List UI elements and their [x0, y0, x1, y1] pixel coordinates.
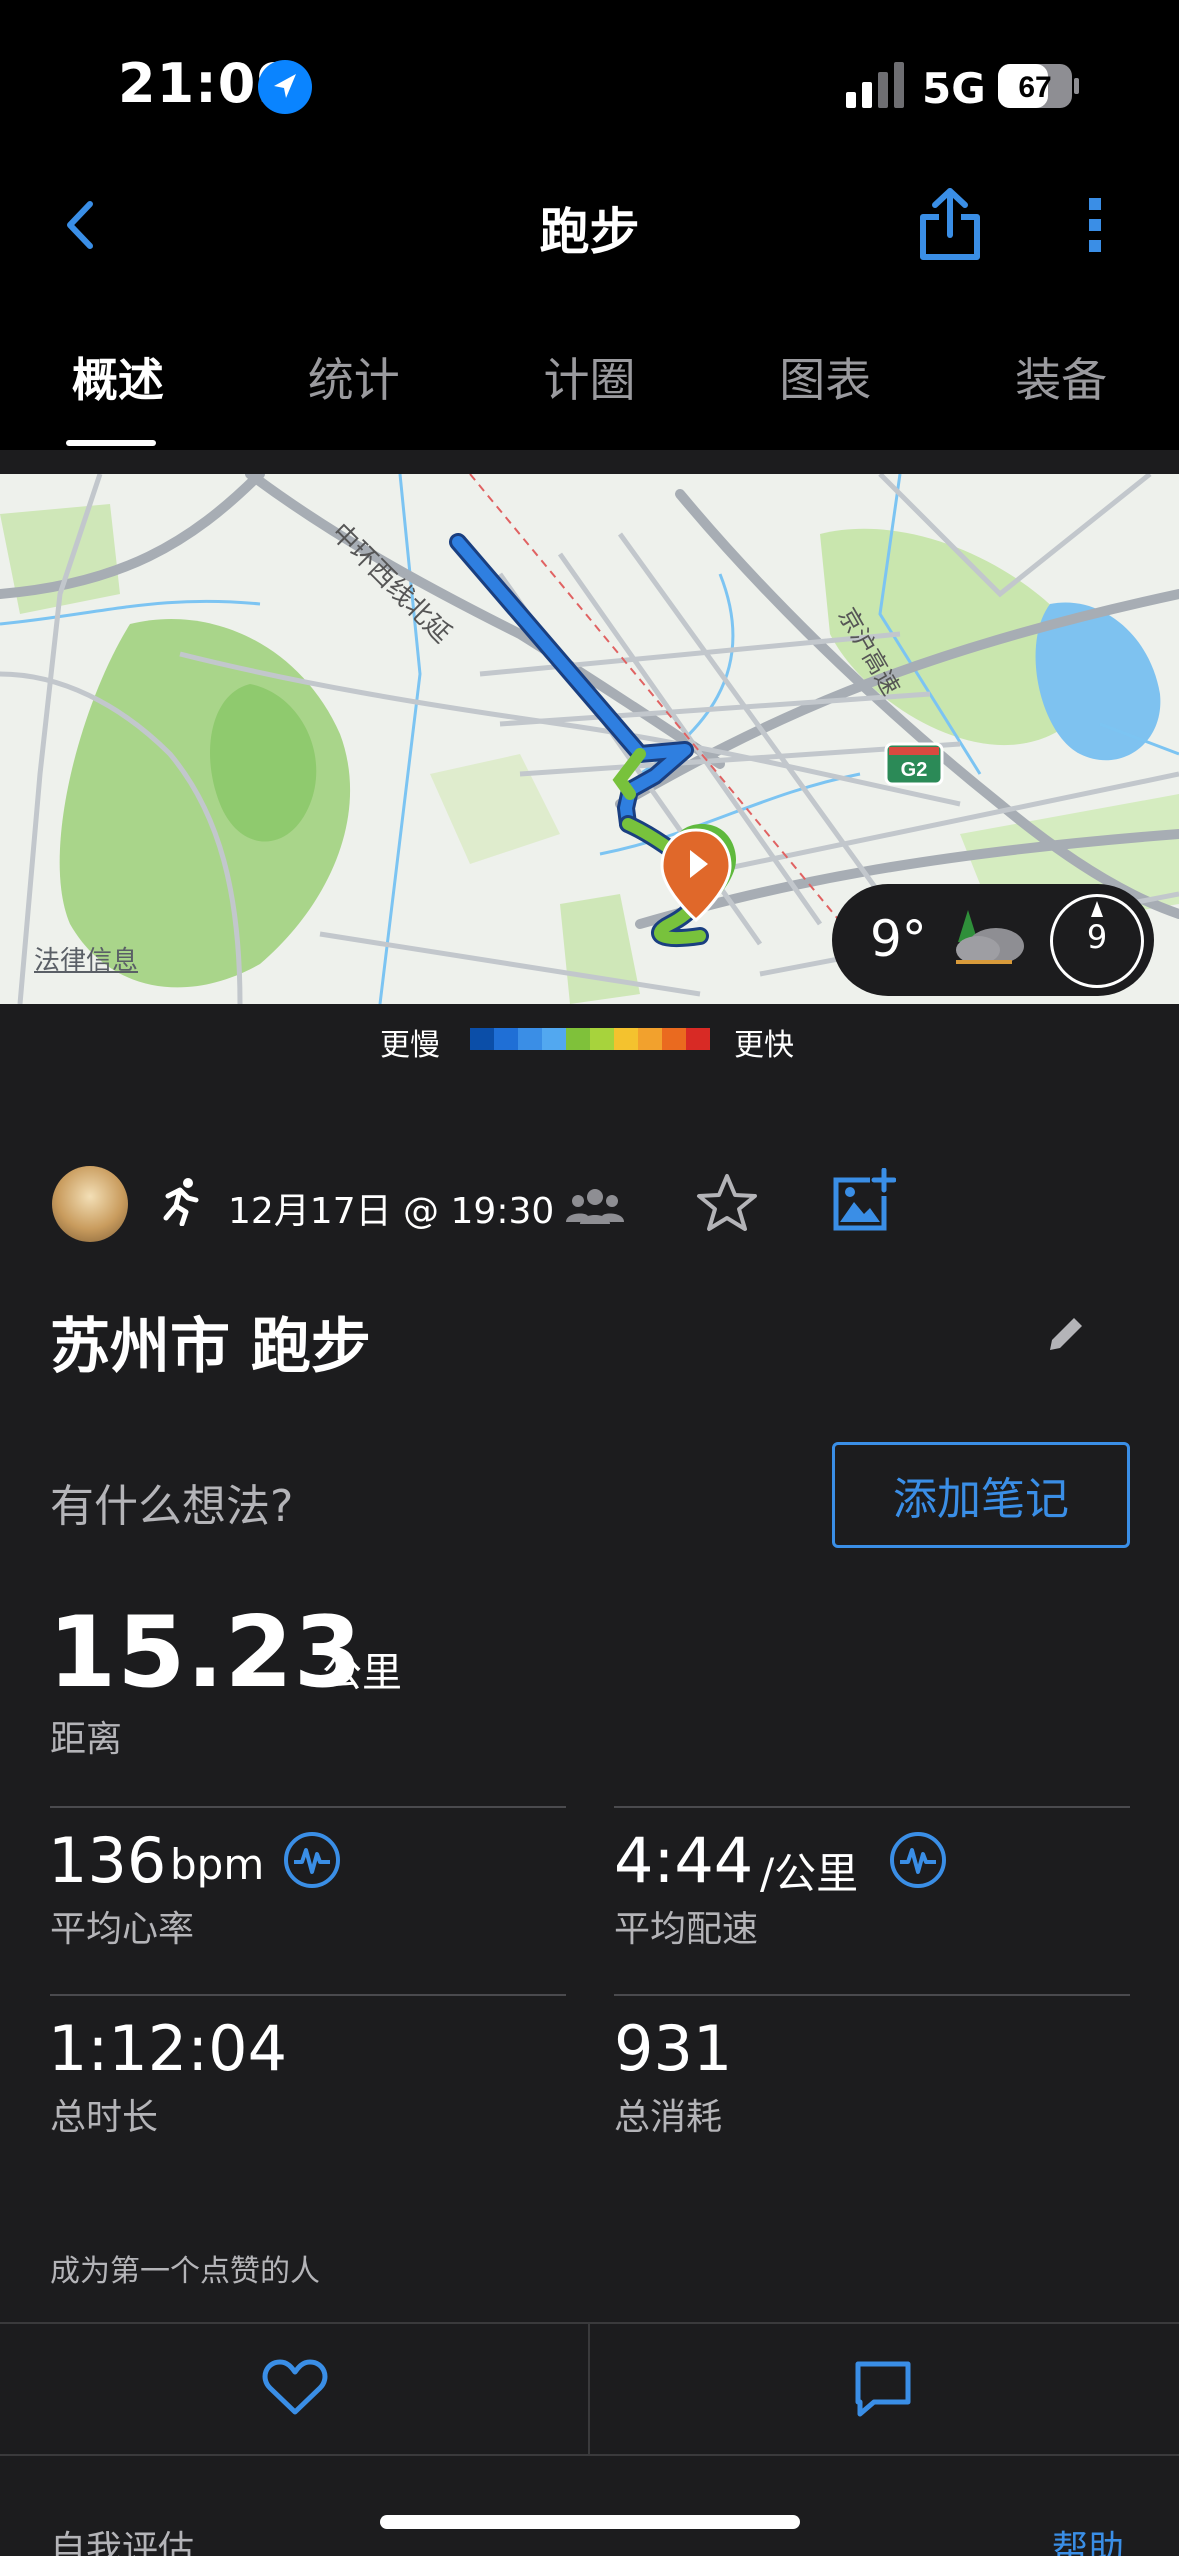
running-icon [158, 1176, 204, 1227]
activity-title: 苏州市 跑步 [50, 1312, 371, 1382]
highway-shield: G2 [901, 759, 928, 781]
stat-divider [614, 1806, 1130, 1808]
duration-value: 1:12:04 [48, 2012, 288, 2085]
more-options-button[interactable] [1070, 190, 1120, 260]
stat-divider [50, 1994, 566, 1996]
avg-pace-value: 4:44 [614, 1824, 754, 1897]
help-link[interactable]: 帮助 [1052, 2520, 1124, 2556]
weather-temperature: 9° [870, 910, 927, 968]
self-evaluation-label: 自我评估 [50, 2529, 195, 2556]
avg-hr-unit: bpm [170, 1840, 265, 1889]
location-arrow-icon [258, 60, 312, 114]
wind-speed-value: 9 [1086, 918, 1108, 956]
calories-label: 总消耗 [614, 2097, 723, 2138]
duration-label: 总时长 [50, 2097, 159, 2138]
avg-hr-value: 136 [48, 1824, 167, 1897]
star-icon [697, 1174, 757, 1231]
avg-pace-unit: /公里 [760, 1849, 859, 1898]
group-icon[interactable] [566, 1186, 624, 1226]
tab-charts[interactable]: 图表 [707, 320, 943, 450]
pace-legend-slow: 更慢 [380, 1028, 440, 1063]
stat-divider [50, 1806, 566, 1808]
favorite-button[interactable] [694, 1170, 760, 1236]
cloudy-night-icon [938, 902, 1032, 972]
back-button[interactable] [50, 190, 120, 260]
active-tab-indicator [66, 440, 156, 446]
share-button[interactable] [915, 185, 985, 265]
heart-rate-chart-icon[interactable] [282, 1830, 342, 1890]
calories-value: 931 [614, 2012, 733, 2085]
battery-icon: 67 [998, 64, 1080, 108]
add-note-button[interactable]: 添加笔记 [832, 1442, 1130, 1548]
network-type: 5G [922, 64, 986, 113]
avg-hr-label: 平均心率 [50, 1909, 195, 1950]
distance-value: 15.23 [48, 1596, 363, 1710]
pencil-icon [1050, 1318, 1082, 1350]
likes-prompt: 成为第一个点赞的人 [50, 2254, 320, 2289]
pace-legend-fast: 更快 [734, 1028, 794, 1063]
like-button[interactable] [262, 2358, 328, 2418]
comment-icon [855, 2361, 911, 2417]
distance-unit: 公里 [322, 1650, 402, 1696]
home-indicator [380, 2515, 800, 2529]
avg-pace-label: 平均配速 [614, 1909, 759, 1950]
tab-laps[interactable]: 计圈 [472, 320, 708, 450]
tab-overview[interactable]: 概述 [0, 320, 236, 450]
cellular-signal-icon [846, 62, 908, 108]
add-image-icon [833, 1167, 897, 1231]
battery-level: 67 [1018, 71, 1051, 104]
action-bar-divider [588, 2322, 590, 2456]
activity-datetime: 12月17日 @ 19:30 [228, 1191, 555, 1232]
tab-stats[interactable]: 统计 [236, 320, 472, 450]
edit-title-button[interactable] [1040, 1310, 1090, 1360]
chevron-left-icon [67, 201, 93, 249]
tab-bar: 概述 统计 计圈 图表 装备 [0, 320, 1179, 450]
pace-legend-bar [470, 1028, 710, 1050]
map-legal-link[interactable]: 法律信息 [34, 940, 138, 977]
tab-gear[interactable]: 装备 [943, 320, 1179, 450]
avatar[interactable] [52, 1166, 128, 1242]
thoughts-prompt[interactable]: 有什么想法? [50, 1470, 293, 1534]
stat-divider [614, 1994, 1130, 1996]
heart-icon [262, 2359, 328, 2415]
comment-button[interactable] [852, 2358, 914, 2420]
vertical-dots-icon [1089, 198, 1101, 252]
distance-label: 距离 [50, 1719, 123, 1760]
add-photo-button[interactable] [830, 1167, 897, 1234]
pace-chart-icon[interactable] [888, 1830, 948, 1890]
share-icon [920, 188, 980, 260]
